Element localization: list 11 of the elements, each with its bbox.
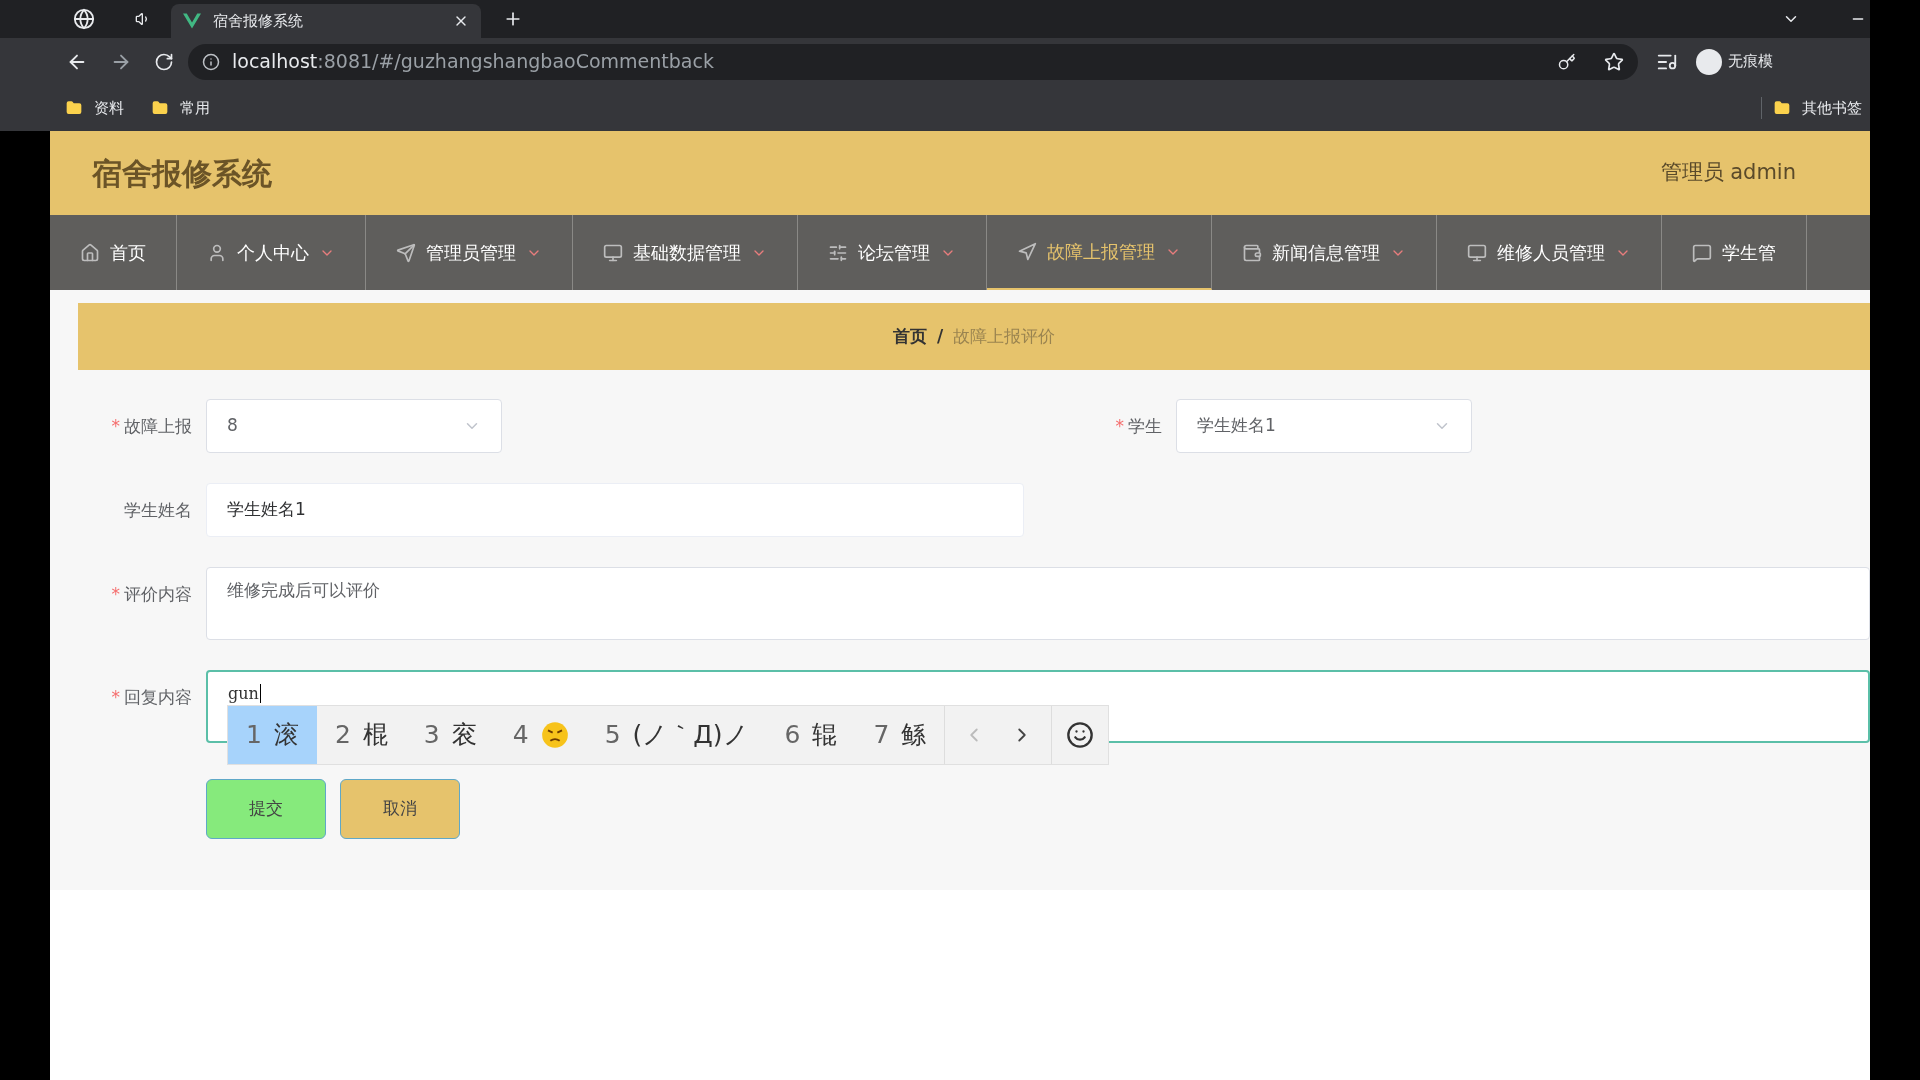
url-text: localhost:8081/#/guzhangshangbaoCommentback — [232, 49, 714, 75]
tab-title: 宿舍报修系统 — [213, 10, 304, 32]
user-label: 管理员 admin — [1660, 159, 1796, 187]
field-label: * 回复内容 — [111, 686, 192, 709]
field-label: * 故障上报 — [111, 415, 192, 438]
breadcrumb-separator: / — [936, 324, 944, 348]
app-title: 宿舍报修系统 — [92, 154, 272, 193]
breadcrumb-item: 故障上报评价 — [953, 324, 1056, 348]
field-label: * 学生 — [1115, 415, 1162, 438]
field-label: 学生姓名 — [124, 499, 192, 522]
field-label: * 评价内容 — [111, 583, 192, 606]
